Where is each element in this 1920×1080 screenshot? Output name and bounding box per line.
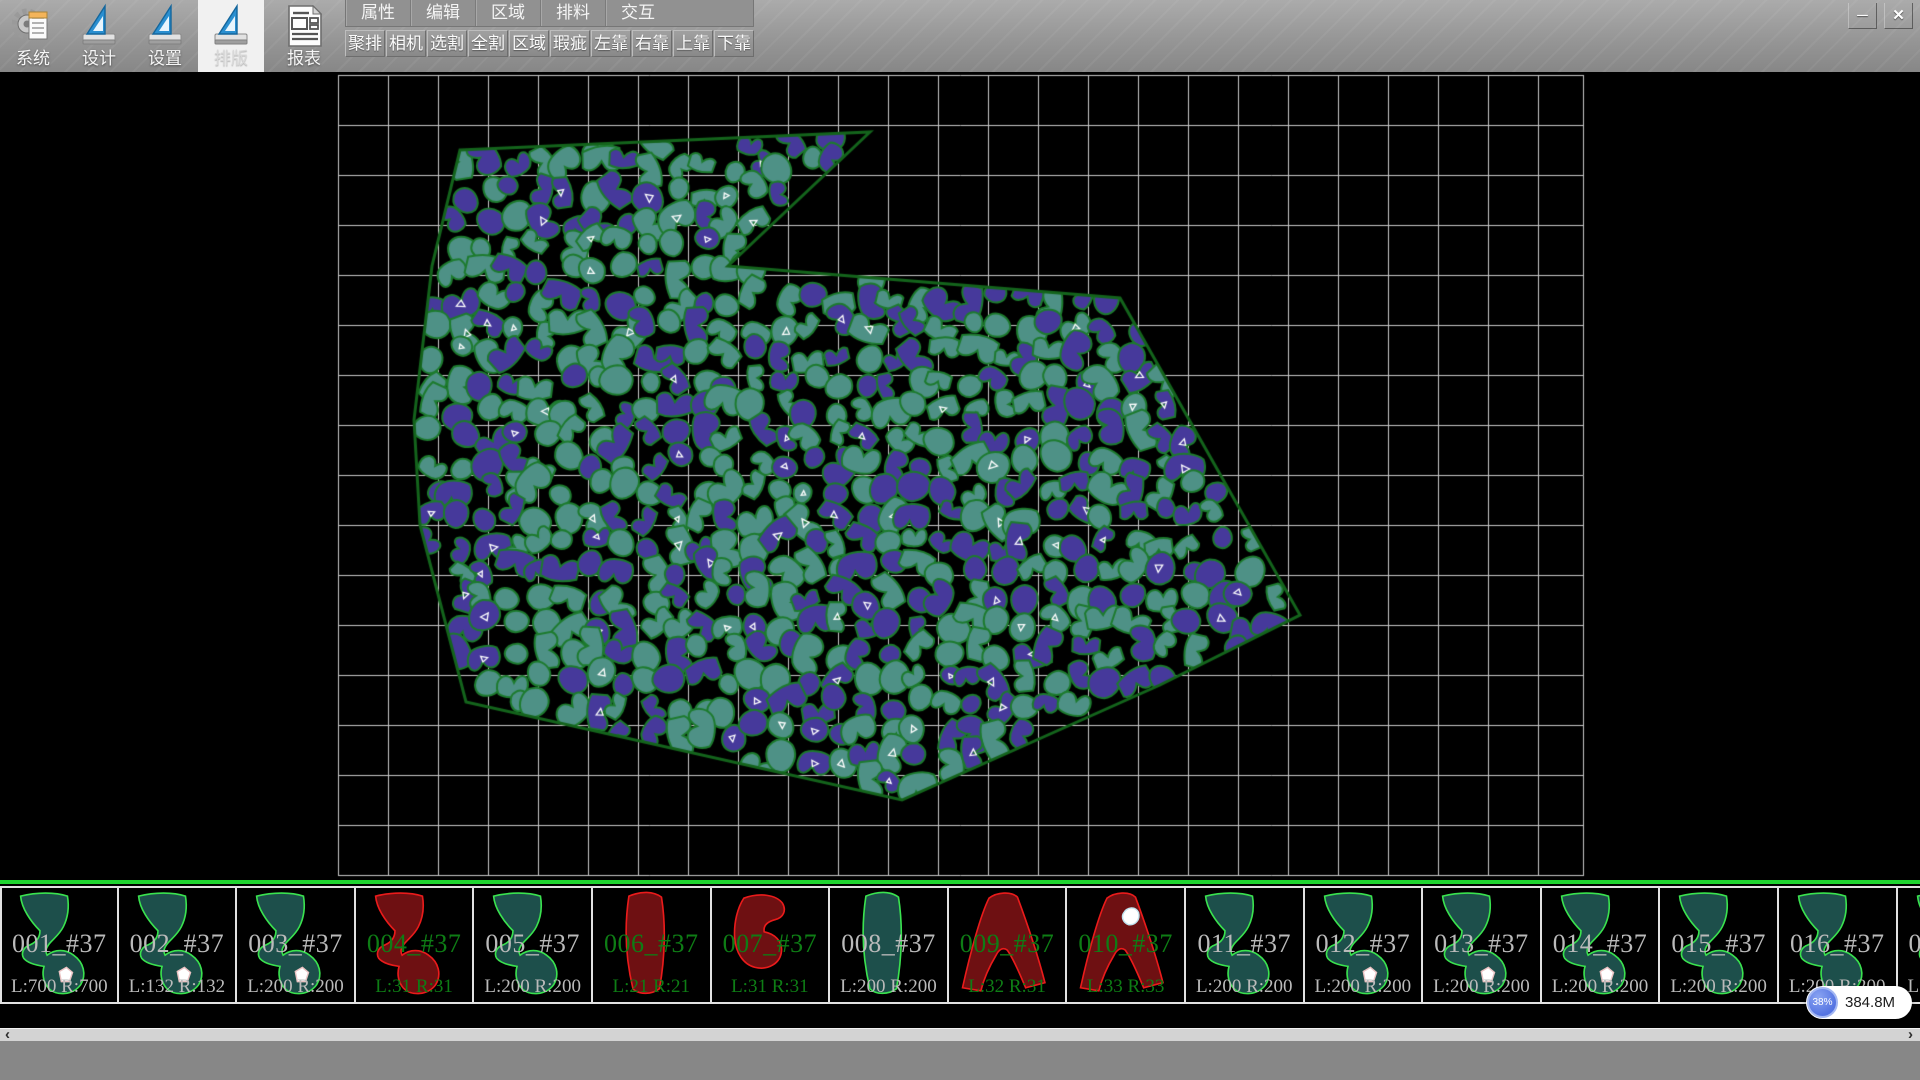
piece-lr-count: L:200 R:200 [1423, 976, 1540, 998]
piece-thumbnail[interactable]: 001_#37 L:700 R:700 [0, 888, 119, 1002]
piece-id: 017_#37 [1898, 929, 1920, 959]
menu-tab-bar: 属性编辑区域排料交互 [345, 0, 754, 27]
piece-id: 011_#37 [1186, 929, 1303, 959]
piece-lr-count: L:21 R:21 [593, 976, 710, 998]
piece-id: 004_#37 [356, 929, 473, 959]
tool-button-1[interactable]: 聚排 [345, 30, 385, 57]
design-ruler-icon [78, 3, 120, 49]
menu-tab-1[interactable]: 属性 [346, 0, 411, 26]
piece-id: 009_#37 [949, 929, 1066, 959]
piece-id: 005_#37 [474, 929, 591, 959]
piece-lr-count: L:31 R:31 [712, 976, 829, 998]
main-button-1[interactable]: 系统 [0, 0, 66, 72]
piece-id: 002_#37 [119, 929, 236, 959]
piece-lr-count: L:200 R:200 [1660, 976, 1777, 998]
piece-thumbnail[interactable]: 007_#37 L:31 R:31 [712, 888, 831, 1002]
piece-lr-count: L:200 R:200 [1542, 976, 1659, 998]
tool-button-10[interactable]: 下靠 [714, 30, 754, 57]
menu-block: 属性编辑区域排料交互 聚排相机选割全割区域瑕疵左靠右靠上靠下靠 [345, 0, 754, 57]
main-button-label: 报表 [287, 49, 321, 69]
piece-id: 001_#37 [2, 929, 117, 959]
close-button[interactable]: ✕ [1884, 3, 1913, 29]
piece-thumbnail[interactable]: 006_#37 L:21 R:21 [593, 888, 712, 1002]
main-button-label: 设计 [82, 49, 116, 69]
progress-value: 38% [1812, 997, 1832, 1008]
piece-thumbnail[interactable]: 005_#37 L:200 R:200 [474, 888, 593, 1002]
piece-thumbnail[interactable]: 002_#37 L:132 R:132 [119, 888, 238, 1002]
piece-thumbnail[interactable]: 017_#37L:200 R:200 [1898, 888, 1920, 1002]
menu-tab-4[interactable]: 排料 [541, 0, 606, 26]
settings-ruler-icon [144, 3, 186, 49]
status-bar [0, 1041, 1920, 1080]
main-button-5[interactable]: 报表 [271, 0, 337, 72]
nesting-canvas[interactable] [0, 72, 1920, 880]
menu-tab-2[interactable]: 编辑 [411, 0, 476, 26]
tool-button-7[interactable]: 左靠 [591, 30, 631, 57]
piece-lr-count: L:132 R:132 [119, 976, 236, 998]
main-button-2[interactable]: 设计 [66, 0, 132, 72]
piece-thumbnail[interactable]: 004_#37 L:31 R:31 [356, 888, 475, 1002]
strip-separator-line [0, 880, 1920, 884]
piece-id: 013_#37 [1423, 929, 1540, 959]
tool-button-6[interactable]: 瑕疵 [550, 30, 590, 57]
piece-id: 007_#37 [712, 929, 829, 959]
piece-id: 006_#37 [593, 929, 710, 959]
piece-thumbnail[interactable]: 014_#37 L:200 R:200 [1542, 888, 1661, 1002]
piece-lr-count: L:33 R:33 [1067, 976, 1184, 998]
piece-thumbnail[interactable]: 011_#37 L:200 R:200 [1186, 888, 1305, 1002]
piece-thumbnail[interactable]: 016_#37L:200 R:200 [1779, 888, 1898, 1002]
piece-thumbnail[interactable]: 015_#37 L:200 R:200 [1660, 888, 1779, 1002]
piece-lr-count: L:200 R:200 [474, 976, 591, 998]
piece-id: 015_#37 [1660, 929, 1777, 959]
application-window: 系统设计设置排版报表 属性编辑区域排料交互 聚排相机选割全割区域瑕疵左靠右靠上靠… [0, 0, 1920, 1080]
report-doc-icon [283, 3, 325, 49]
piece-id: 010_#37 [1067, 929, 1184, 959]
progress-circle-icon: 38% [1807, 987, 1838, 1018]
tool-button-3[interactable]: 选割 [427, 30, 467, 57]
main-button-label: 排版 [214, 49, 248, 69]
main-button-3[interactable]: 设置 [132, 0, 198, 72]
piece-lr-count: L:31 R:31 [356, 976, 473, 998]
piece-lr-count: L:200 R:200 [1186, 976, 1303, 998]
tool-button-4[interactable]: 全割 [468, 30, 508, 57]
progress-badge[interactable]: 38% 384.8M [1806, 986, 1912, 1019]
piece-thumbnail[interactable]: 003_#37 L:200 R:200 [237, 888, 356, 1002]
piece-thumbnail[interactable]: 008_#37 L:200 R:200 [830, 888, 949, 1002]
tool-button-2[interactable]: 相机 [386, 30, 426, 57]
piece-id: 016_#37 [1779, 929, 1896, 959]
title-toolbar: 系统设计设置排版报表 属性编辑区域排料交互 聚排相机选割全割区域瑕疵左靠右靠上靠… [0, 0, 1920, 72]
piece-thumbnail[interactable]: 010_#37 L:33 R:33 [1067, 888, 1186, 1002]
piece-id: 012_#37 [1305, 929, 1422, 959]
piece-lr-count: L:200 R:200 [830, 976, 947, 998]
main-toolbar: 系统 设计 设置 排版 报表 [0, 0, 337, 72]
layout-ruler-icon [210, 3, 252, 49]
menu-tab-3[interactable]: 区域 [476, 0, 541, 26]
memory-value: 384.8M [1845, 994, 1895, 1011]
main-button-4[interactable]: 排版 [198, 0, 264, 72]
piece-lr-count: L:200 R:200 [1305, 976, 1422, 998]
minimize-button[interactable]: ─ [1848, 3, 1877, 29]
piece-thumbnail-strip: 001_#37 L:700 R:700002_#37 L:132 R:132003_… [0, 886, 1920, 1004]
horizontal-scrollbar[interactable]: ‹ › [0, 1028, 1920, 1041]
piece-thumbnail[interactable]: 009_#37 L:32 R:31 [949, 888, 1068, 1002]
system-gear-icon [12, 3, 54, 49]
piece-id: 008_#37 [830, 929, 947, 959]
piece-thumbnail[interactable]: 013_#37 L:200 R:200 [1423, 888, 1542, 1002]
tool-button-9[interactable]: 上靠 [673, 30, 713, 57]
piece-lr-count: L:200 R:200 [237, 976, 354, 998]
tool-button-8[interactable]: 右靠 [632, 30, 672, 57]
main-button-label: 系统 [16, 49, 50, 69]
piece-id: 003_#37 [237, 929, 354, 959]
piece-lr-count: L:700 R:700 [2, 976, 117, 998]
piece-thumbnail[interactable]: 012_#37 L:200 R:200 [1305, 888, 1424, 1002]
tool-button-5[interactable]: 区域 [509, 30, 549, 57]
main-button-label: 设置 [148, 49, 182, 69]
piece-lr-count: L:32 R:31 [949, 976, 1066, 998]
piece-id: 014_#37 [1542, 929, 1659, 959]
menu-tab-5[interactable]: 交互 [606, 0, 670, 26]
window-controls: ─ ✕ [1848, 3, 1913, 29]
tool-button-bar: 聚排相机选割全割区域瑕疵左靠右靠上靠下靠 [345, 30, 754, 57]
